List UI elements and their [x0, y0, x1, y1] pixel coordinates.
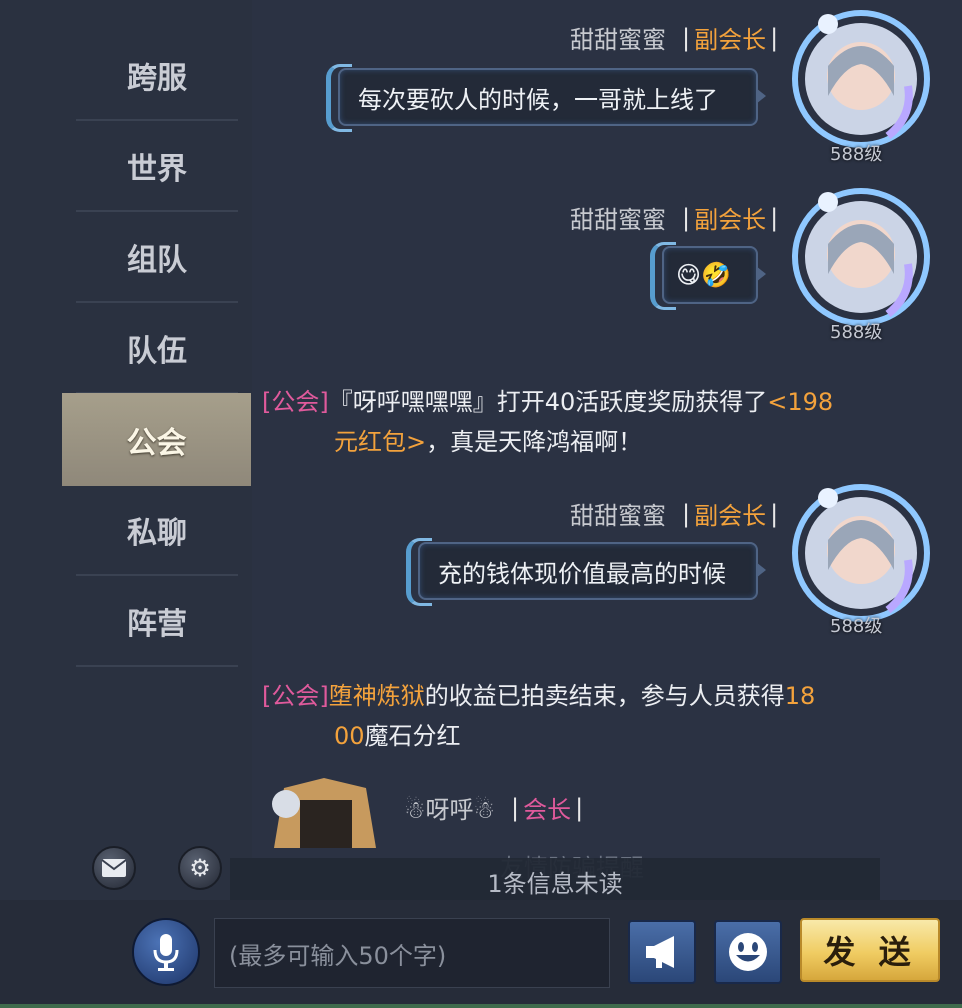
megaphone-icon: [646, 936, 674, 968]
gear-icon: ⚙: [189, 854, 211, 882]
guild-system-message: [公会]『呀呼嘿嘿嘿』打开40活跃度奖励获得了<198 元红包>，真是天降鸿福啊…: [262, 382, 882, 462]
sender-name: 甜甜蜜蜜 | 副会长 |: [570, 200, 782, 235]
sender-rank: 副会长: [694, 502, 767, 530]
sender-rank: 会长: [523, 796, 572, 824]
tab-world[interactable]: 世界: [76, 121, 238, 212]
chat-input[interactable]: (最多可输入50个字): [214, 918, 610, 988]
bubble-frame-decoration: [406, 538, 432, 606]
dungeon-highlight: 堕神炼狱: [328, 682, 425, 710]
player-level: 588级: [830, 616, 883, 637]
bottom-divider: [0, 1004, 962, 1008]
guild-system-message: [公会]堕神炼狱的收益已拍卖结束，参与人员获得18 00魔石分红: [262, 676, 882, 756]
chat-bubble: 充的钱体现价值最高的时候: [406, 538, 766, 606]
mail-icon: [101, 859, 127, 877]
avatar[interactable]: [266, 778, 382, 848]
avatar[interactable]: [788, 480, 934, 626]
sender-nickname: 甜甜蜜蜜: [570, 26, 666, 54]
chat-bubble: 😋🤣: [650, 242, 766, 310]
tab-cross-server[interactable]: 跨服: [76, 30, 238, 121]
sender-name: 甜甜蜜蜜 | 副会长 |: [570, 496, 782, 531]
unread-messages-banner[interactable]: 1条信息未读: [230, 858, 880, 904]
chat-message-emoji: 😋🤣: [676, 261, 731, 289]
reward-highlight: 18: [784, 682, 816, 710]
reward-highlight: 00: [334, 722, 365, 750]
system-text: 『呀呼嘿嘿嘿』打开40活跃度奖励获得了: [328, 388, 768, 416]
tab-faction[interactable]: 阵营: [76, 576, 238, 667]
sender-nickname: 甜甜蜜蜜: [570, 206, 666, 234]
player-level: 588级: [830, 322, 883, 343]
sender-nickname: ☃呀呼☃: [404, 796, 496, 824]
tab-team-up[interactable]: 组队: [76, 212, 238, 303]
smiley-icon: [729, 933, 767, 971]
chat-message-text: 每次要砍人的时候，一哥就上线了: [358, 85, 718, 114]
mail-button[interactable]: [92, 846, 136, 890]
reward-highlight: <198: [767, 388, 834, 416]
guild-tag: [公会]: [262, 388, 329, 416]
tab-guild[interactable]: 公会: [62, 393, 251, 486]
avatar[interactable]: [788, 184, 934, 330]
bubble-frame-decoration: [326, 64, 352, 132]
chat-log[interactable]: 甜甜蜜蜜 | 副会长 | 每次要砍人的时候，一哥就上线了 588级 甜甜蜜蜜 | 副会…: [252, 0, 962, 900]
sender-name: ☃呀呼☃ | 会长 |: [404, 790, 587, 825]
sender-nickname: 甜甜蜜蜜: [570, 502, 666, 530]
reward-highlight: 元红包>: [334, 428, 427, 456]
tab-private-chat[interactable]: 私聊: [76, 485, 238, 576]
avatar[interactable]: [788, 6, 934, 152]
broadcast-button[interactable]: [628, 920, 696, 984]
system-text: 魔石分红: [364, 722, 461, 750]
guild-tag: [公会]: [262, 682, 329, 710]
system-text: 的收益已拍卖结束，参与人员获得: [424, 682, 785, 710]
emoji-button[interactable]: [714, 920, 782, 984]
bubble-frame-decoration: [650, 242, 676, 310]
send-button[interactable]: 发 送: [800, 918, 940, 982]
sender-rank: 副会长: [694, 26, 767, 54]
system-text: ，真是天降鸿福啊！: [426, 428, 643, 456]
input-bar: (最多可输入50个字) 发 送: [0, 900, 962, 1008]
channel-sidebar: 跨服 世界 组队 队伍 公会 私聊 阵营 ⚙: [0, 0, 252, 900]
player-level: 588级: [830, 144, 883, 165]
chat-bubble: 每次要砍人的时候，一哥就上线了: [326, 64, 766, 132]
sender-name: 甜甜蜜蜜 | 副会长 |: [570, 20, 782, 55]
settings-button[interactable]: ⚙: [178, 846, 222, 890]
microphone-icon: [153, 934, 179, 971]
voice-button[interactable]: [132, 918, 200, 986]
sender-rank: 副会长: [694, 206, 767, 234]
tab-party[interactable]: 队伍: [76, 303, 238, 394]
chat-message-text: 充的钱体现价值最高的时候: [438, 559, 726, 588]
